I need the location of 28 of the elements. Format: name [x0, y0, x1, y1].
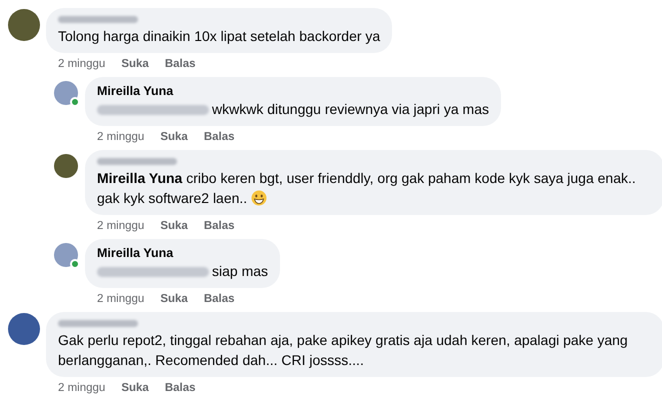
- comment-time[interactable]: 2 minggu: [97, 292, 144, 307]
- author-name[interactable]: Mireilla Yuna: [97, 83, 489, 99]
- reply-link[interactable]: Balas: [204, 292, 234, 307]
- avatar-circle[interactable]: [54, 243, 78, 267]
- comment-text: wkwkwk ditunggu reviewnya via japri ya mas: [97, 99, 489, 119]
- mention-link[interactable]: Mireilla Yuna: [97, 170, 182, 186]
- comment-time[interactable]: 2 minggu: [58, 381, 106, 396]
- like-link[interactable]: Suka: [121, 381, 149, 396]
- comment-text: Gak perlu repot2, tinggal rebahan aja, pake apikey gratis aja udah keren, apalagi pake yang berlangganan,. Recomended dah... CRI jossss....: [58, 331, 629, 370]
- reply-link[interactable]: Balas: [204, 130, 234, 145]
- avatar-circle[interactable]: [54, 81, 78, 105]
- reply-link[interactable]: Balas: [164, 57, 196, 72]
- comment-text: Mireilla Yuna cribo keren bgt, user frienddly, org gak paham kode kyk saya juga enak.. gak kyk software2 laen..: [97, 169, 637, 208]
- comment-time[interactable]: 2 minggu: [97, 130, 144, 145]
- like-link[interactable]: Suka: [160, 130, 188, 145]
- comment-text: Tolong harga dinaikin 10x lipat setelah backorder ya: [58, 27, 380, 46]
- like-link[interactable]: Suka: [160, 292, 188, 307]
- like-link[interactable]: Suka: [160, 219, 188, 234]
- comment-time[interactable]: 2 minggu: [58, 57, 106, 72]
- reply-link[interactable]: Balas: [164, 381, 196, 396]
- avatar-circle[interactable]: [54, 154, 78, 178]
- like-link[interactable]: Suka: [121, 57, 149, 72]
- avatar-circle[interactable]: [8, 9, 40, 41]
- reply-link[interactable]: Balas: [204, 219, 234, 234]
- author-name[interactable]: Mireilla Yuna: [97, 245, 268, 261]
- avatar-circle[interactable]: [8, 313, 40, 345]
- comment-time[interactable]: 2 minggu: [97, 219, 144, 234]
- comment-text: siap mas: [97, 261, 268, 281]
